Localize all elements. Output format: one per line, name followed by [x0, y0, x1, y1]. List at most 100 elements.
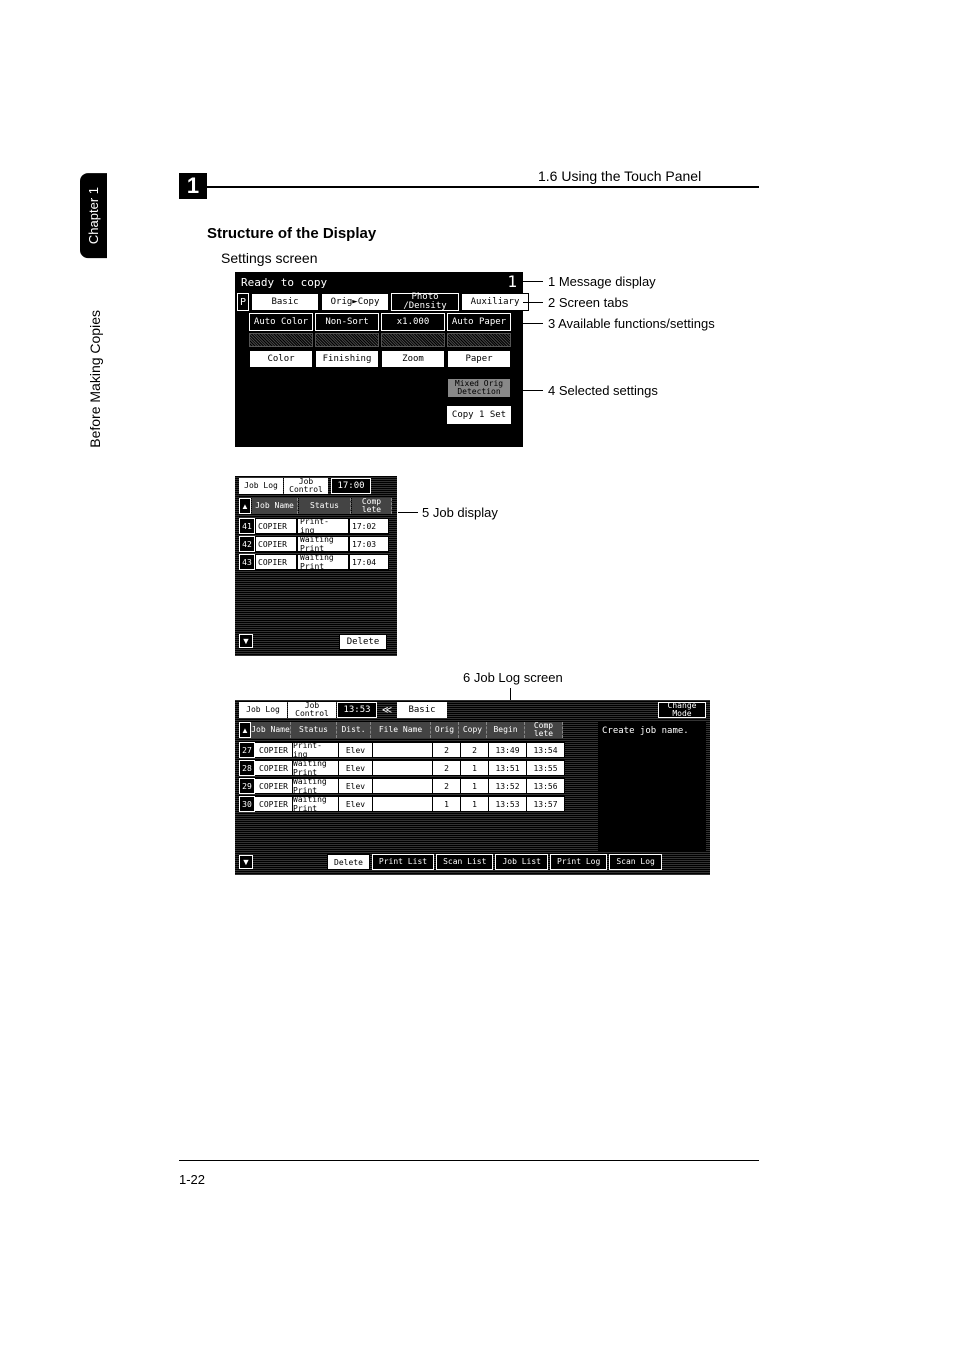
hdr-orig: Orig [431, 722, 459, 738]
job-display: Job Log Job Control 17:00 ▲ Job Name Sta… [235, 476, 397, 656]
tab-job-control[interactable]: Job Control [284, 478, 328, 494]
print-log-button[interactable]: Print Log [550, 854, 607, 870]
section-number: 1 [179, 173, 207, 199]
jl-name: COPIER [255, 760, 293, 776]
tab-auxiliary[interactable]: Auxiliary [461, 293, 529, 311]
job-time: 17:00 [331, 478, 371, 494]
page-subheading: Settings screen [221, 250, 318, 266]
callout-3: 3 Available functions/settings [548, 316, 715, 331]
delete-button[interactable]: Delete [327, 854, 370, 870]
hdr-copy: Copy [459, 722, 487, 738]
job-row[interactable]: 43 COPIER Waiting Print 17:04 [239, 554, 389, 570]
btn-zoom[interactable]: Zoom [381, 350, 445, 368]
tab-photo-density[interactable]: Photo /Density [391, 293, 459, 311]
hdr-file-name: File Name [371, 722, 431, 738]
copies-count: 1 [507, 272, 517, 291]
hdr-status: Status [291, 722, 337, 738]
job-time-cell: 17:02 [349, 518, 389, 534]
job-time-cell: 17:04 [349, 554, 389, 570]
func-slot-1 [249, 333, 313, 347]
callout-5: 5 Job display [422, 505, 498, 520]
scan-list-button[interactable]: Scan List [436, 854, 493, 870]
tab-job-control[interactable]: Job Control [288, 702, 336, 718]
job-row[interactable]: 42 COPIER Waiting Print 17:03 [239, 536, 389, 552]
jl-copy: 1 [461, 760, 489, 776]
message-display: Ready to copy [241, 276, 327, 289]
hdr-dist: Dist. [337, 722, 371, 738]
job-time-cell: 17:03 [349, 536, 389, 552]
jl-comp: 13:56 [527, 778, 565, 794]
joblog-basic-tab[interactable]: Basic [397, 702, 447, 718]
callout-line-2 [523, 302, 543, 303]
side-label: Before Making Copies [87, 310, 103, 448]
jl-dist: Elev [339, 796, 373, 812]
func-auto-color[interactable]: Auto Color [249, 313, 313, 331]
scan-log-button[interactable]: Scan Log [609, 854, 662, 870]
print-list-button[interactable]: Print List [372, 854, 434, 870]
func-non-sort[interactable]: Non-Sort [315, 313, 379, 331]
scroll-up-icon[interactable]: ▲ [239, 498, 251, 514]
arrow-left-icon[interactable]: ≪ [379, 702, 395, 718]
job-list-button[interactable]: Job List [495, 854, 548, 870]
jl-begin: 13:51 [489, 760, 527, 776]
func-zoom-ratio[interactable]: x1.000 [381, 313, 445, 331]
breadcrumb: 1.6 Using the Touch Panel [538, 168, 701, 184]
joblog-row[interactable]: 27 COPIER Print- ing Elev 2 2 13:49 13:5… [239, 742, 565, 758]
scroll-up-icon[interactable]: ▲ [239, 722, 251, 738]
jl-comp: 13:54 [527, 742, 565, 758]
selected-copy-set[interactable]: Copy 1 Set [447, 406, 511, 424]
job-row[interactable]: 41 COPIER Print- ing 17:02 [239, 518, 389, 534]
btn-paper[interactable]: Paper [447, 350, 511, 368]
func-auto-paper[interactable]: Auto Paper [447, 313, 511, 331]
joblog-side-message: Create job name. [598, 722, 706, 852]
btn-color[interactable]: Color [249, 350, 313, 368]
jl-orig: 2 [433, 778, 461, 794]
top-rule [207, 186, 759, 188]
scroll-down-icon[interactable]: ▼ [239, 855, 253, 869]
jl-copy: 1 [461, 796, 489, 812]
job-status-cell: Print- ing [297, 518, 349, 534]
jl-dist: Elev [339, 778, 373, 794]
jl-orig: 2 [433, 760, 461, 776]
selected-mixed-orig[interactable]: Mixed Orig Detection [447, 378, 511, 398]
jl-status: Waiting Print [293, 778, 339, 794]
jl-status: Waiting Print [293, 796, 339, 812]
tab-orig-copy[interactable]: Orig►Copy [321, 293, 389, 311]
jl-name: COPIER [255, 742, 293, 758]
jl-name: COPIER [255, 778, 293, 794]
scroll-down-icon[interactable]: ▼ [239, 634, 253, 648]
change-mode-button[interactable]: Change Mode [658, 702, 706, 718]
callout-2: 2 Screen tabs [548, 295, 628, 310]
joblog-row[interactable]: 30 COPIER Waiting Print Elev 1 1 13:53 1… [239, 796, 565, 812]
tab-job-log[interactable]: Job Log [239, 702, 287, 718]
job-status-cell: Waiting Print [297, 536, 349, 552]
joblog-idx: 28 [239, 760, 255, 776]
jl-file [373, 760, 433, 776]
jl-file [373, 796, 433, 812]
btn-finishing[interactable]: Finishing [315, 350, 379, 368]
job-idx: 43 [239, 554, 255, 570]
hdr-job-name: Job Name [251, 722, 291, 738]
joblog-row[interactable]: 29 COPIER Waiting Print Elev 2 1 13:52 1… [239, 778, 565, 794]
job-name-cell: COPIER [255, 536, 297, 552]
func-slot-4 [447, 333, 511, 347]
func-slot-3 [381, 333, 445, 347]
joblog-time: 13:53 [337, 702, 377, 718]
callout-4: 4 Selected settings [548, 383, 658, 398]
hdr-complete: Comp lete [525, 722, 563, 738]
job-idx: 42 [239, 536, 255, 552]
joblog-idx: 30 [239, 796, 255, 812]
settings-screen: Ready to copy 1 P Basic Orig►Copy Photo … [235, 272, 523, 447]
jl-status: Waiting Print [293, 760, 339, 776]
joblog-row[interactable]: 28 COPIER Waiting Print Elev 2 1 13:51 1… [239, 760, 565, 776]
callout-1: 1 Message display [548, 274, 656, 289]
jl-begin: 13:49 [489, 742, 527, 758]
tab-basic[interactable]: Basic [251, 293, 319, 311]
jl-begin: 13:52 [489, 778, 527, 794]
hdr-complete: Comp lete [352, 498, 392, 514]
jl-name: COPIER [255, 796, 293, 812]
delete-button[interactable]: Delete [339, 634, 387, 650]
jl-orig: 2 [433, 742, 461, 758]
hdr-begin: Begin [487, 722, 525, 738]
tab-job-log[interactable]: Job Log [239, 478, 283, 494]
